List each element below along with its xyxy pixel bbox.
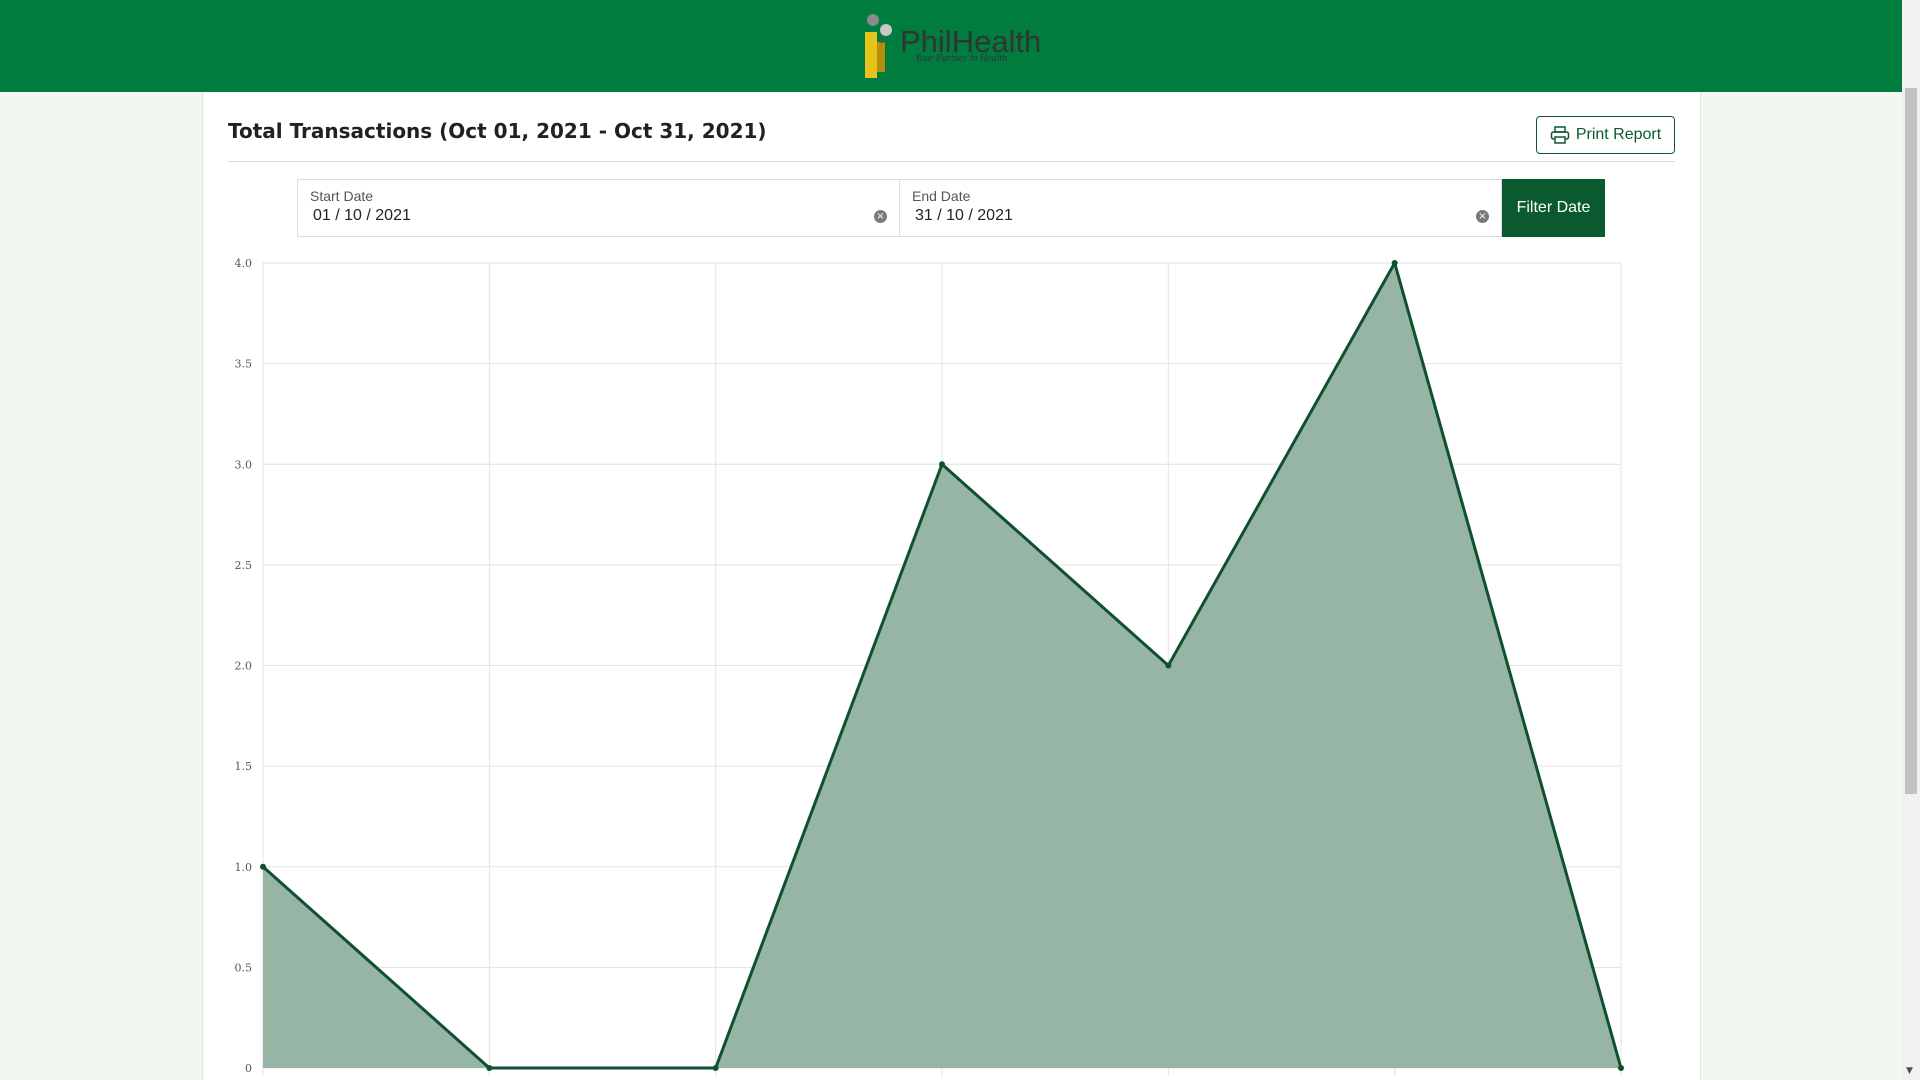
y-tick-label: 2.5 <box>235 559 253 572</box>
page-scrollbar[interactable]: ▼ <box>1902 0 1920 1080</box>
y-tick-label: 2.0 <box>235 660 253 673</box>
data-point <box>1391 260 1398 266</box>
data-point <box>486 1065 493 1071</box>
y-tick-label: 4.0 <box>235 257 253 270</box>
data-point <box>1165 662 1172 669</box>
data-point <box>1618 1065 1624 1071</box>
data-point <box>939 461 945 468</box>
y-tick-label: 0.5 <box>235 961 253 974</box>
y-tick-label: 3.5 <box>235 358 253 371</box>
scroll-down-arrow-icon[interactable]: ▼ <box>1906 1066 1913 1076</box>
transactions-area-chart: 0 0.5 1.0 1.5 2.0 2.5 3.0 3.5 4.0 <box>235 257 1624 1076</box>
y-tick-label: 0 <box>245 1062 252 1075</box>
y-tick-label: 1.0 <box>235 861 253 874</box>
y-tick-label: 1.5 <box>235 760 253 773</box>
data-point <box>712 1065 719 1071</box>
scrollbar-thumb[interactable] <box>1905 88 1917 794</box>
y-tick-label: 3.0 <box>235 458 253 471</box>
data-point <box>260 863 266 870</box>
